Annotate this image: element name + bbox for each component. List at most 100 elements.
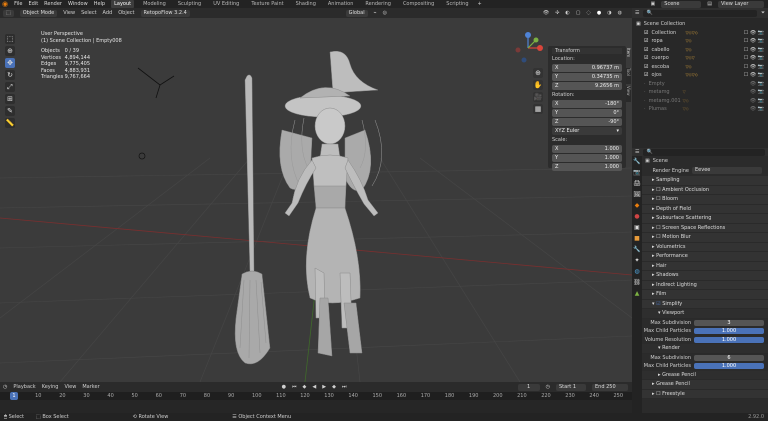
data-tab-icon[interactable]: ▲ <box>632 288 642 299</box>
panel-grease-pencil[interactable]: ▸ Grease Pencil <box>642 380 768 390</box>
visibility-icon[interactable]: 👁 <box>543 10 549 16</box>
outliner-item[interactable]: ☑ Collection ▽◇▽◇ ☐ 👁 📷 <box>636 29 764 38</box>
pan-hand-icon[interactable]: ✋ <box>533 80 543 90</box>
ortho-grid-icon[interactable]: ▦ <box>533 104 543 114</box>
panel-indirect-lighting[interactable]: ▸ Indirect Lighting <box>642 280 768 290</box>
rotate-tool-icon[interactable]: ↻ <box>5 70 15 80</box>
menu-keying[interactable]: Keying <box>42 384 59 390</box>
scale-z-field[interactable]: Z 1.000 <box>552 163 622 171</box>
scene-selector[interactable]: Scene <box>661 0 702 8</box>
preview-range-icon[interactable]: ◷ <box>546 384 550 390</box>
tab-uv-editing[interactable]: UV Editing <box>210 0 242 8</box>
menu-file[interactable]: File <box>14 1 22 7</box>
location-x-field[interactable]: X 0.96737 m <box>552 64 622 72</box>
outliner-scene-collection[interactable]: ▣ Scene Collection <box>636 20 764 29</box>
playhead[interactable]: 1 <box>10 392 18 400</box>
rotation-mode-dropdown[interactable]: XYZ Euler ▾ <box>552 127 622 135</box>
shading-material-icon[interactable]: ◑ <box>607 10 611 16</box>
panel-depth-of-field[interactable]: ▸ Depth of Field <box>642 204 768 214</box>
play-reverse-icon[interactable]: ◀ <box>312 384 316 390</box>
menu-playback[interactable]: Playback <box>13 384 35 390</box>
overlay-icon[interactable]: ◐ <box>565 10 569 16</box>
next-keyframe-icon[interactable]: ◆ <box>332 384 336 390</box>
constraints-tab-icon[interactable]: ⛓ <box>632 277 642 288</box>
properties-editor-icon[interactable]: ☰ <box>635 149 639 155</box>
view-layer-tab-icon[interactable]: 🖼 <box>632 189 642 200</box>
scale-x-field[interactable]: X 1.000 <box>552 145 622 153</box>
render-tab-icon[interactable]: 📷 <box>632 167 642 178</box>
scene-tab-icon[interactable]: ◆ <box>632 200 642 211</box>
jump-end-icon[interactable]: ⏭ <box>342 384 347 390</box>
r-max-child-particles-slider[interactable]: 1.000 <box>694 363 764 370</box>
object-tab-icon[interactable]: ■ <box>632 233 642 244</box>
gizmo-icon[interactable]: ✣ <box>555 10 559 16</box>
rotation-x-field[interactable]: X -180° <box>552 100 622 108</box>
modifier-tab-icon[interactable]: 🔧 <box>632 244 642 255</box>
collection-tab-icon[interactable]: ▣ <box>632 222 642 233</box>
outliner-editor-icon[interactable]: ☰ <box>635 10 639 16</box>
outliner-item[interactable]: ☑ ropa ▽◇ ☐ 👁 📷 <box>636 37 764 46</box>
outliner-item[interactable]: ☑ ojos ▽◇▽◇ ☐ 👁 📷 <box>636 71 764 80</box>
menu-add[interactable]: Add <box>103 10 113 16</box>
menu-view[interactable]: View <box>63 10 75 16</box>
panel-motion-blur[interactable]: ▸ ☐ Motion Blur <box>642 233 768 243</box>
zoom-icon[interactable]: ⊕ <box>533 68 543 78</box>
timeline-track-area[interactable] <box>0 400 632 413</box>
world-tab-icon[interactable]: ● <box>632 211 642 222</box>
tab-view[interactable]: View <box>626 86 631 102</box>
tab-scripting[interactable]: Scripting <box>443 0 471 8</box>
rotation-y-field[interactable]: Y 0° <box>552 109 622 117</box>
camera-view-icon[interactable]: 🎥 <box>533 92 543 102</box>
panel-volumetrics[interactable]: ▸ Volumetrics <box>642 242 768 252</box>
add-workspace-icon[interactable]: + <box>478 1 482 7</box>
vp-volume-resolution-slider[interactable]: 1.000 <box>694 336 764 343</box>
transform-orientation-dropdown[interactable]: Global <box>345 9 368 17</box>
retopoflow-button[interactable]: RetopoFlow 3.2.4 <box>140 9 190 17</box>
measure-tool-icon[interactable]: 📏 <box>5 118 15 128</box>
start-frame-field[interactable]: Start 1 <box>556 383 586 391</box>
location-z-field[interactable]: Z 9.2656 m <box>552 82 622 90</box>
transform-panel-title[interactable]: Transform <box>552 48 622 54</box>
r-max-subdivision-field[interactable]: 6 <box>694 354 764 361</box>
properties-search-input[interactable]: 🔍 <box>643 148 765 156</box>
tab-sculpting[interactable]: Sculpting <box>175 0 204 8</box>
panel-subsurface-scattering[interactable]: ▸ Subsurface Scattering <box>642 214 768 224</box>
panel-ambient-occlusion[interactable]: ▸ ☐ Ambient Occlusion <box>642 185 768 195</box>
outliner-item[interactable]: ☑ escoba ▽◇ ☐ 👁 📷 <box>636 63 764 72</box>
subpanel-render[interactable]: ▾ Render <box>642 344 768 354</box>
outliner-item[interactable]: · metamg.001 ▽◇ 👁 📷 <box>636 97 764 106</box>
tab-rendering[interactable]: Rendering <box>362 0 394 8</box>
outliner-item[interactable]: · Plumas ▽◇ 👁 📷 <box>636 105 764 114</box>
panel-freestyle[interactable]: ▸ ☐ Freestyle <box>642 389 768 399</box>
filter-icon[interactable]: ⏷ <box>761 10 765 16</box>
rotation-z-field[interactable]: Z -90° <box>552 118 622 126</box>
panel-hair[interactable]: ▸ Hair <box>642 261 768 271</box>
outliner-item[interactable]: · metamg ▽ 👁 📷 <box>636 88 764 97</box>
panel-performance[interactable]: ▸ Performance <box>642 252 768 262</box>
annotate-tool-icon[interactable]: ✎ <box>5 106 15 116</box>
render-engine-dropdown[interactable]: Eevee <box>692 167 762 174</box>
record-icon[interactable]: ● <box>282 384 286 390</box>
menu-render[interactable]: Render <box>44 1 62 7</box>
panel-bloom[interactable]: ▸ ☐ Bloom <box>642 195 768 205</box>
end-frame-field[interactable]: End 250 <box>592 383 628 391</box>
tool-tab-icon[interactable]: 🔧 <box>632 156 642 167</box>
tab-shading[interactable]: Shading <box>293 0 319 8</box>
cursor-tool-icon[interactable]: ⊕ <box>5 46 15 56</box>
xray-icon[interactable]: ▢ <box>576 10 581 16</box>
scale-tool-icon[interactable]: ⤢ <box>5 82 15 92</box>
vp-max-subdivision-field[interactable]: 3 <box>694 319 764 326</box>
menu-object[interactable]: Object <box>118 10 134 16</box>
shading-render-icon[interactable]: ◍ <box>618 10 622 16</box>
jump-start-icon[interactable]: ⏮ <box>292 384 297 390</box>
tab-compositing[interactable]: Compositing <box>400 0 437 8</box>
menu-edit[interactable]: Edit <box>28 1 38 7</box>
menu-help[interactable]: Help <box>94 1 105 7</box>
transform-tool-icon[interactable]: ⊞ <box>5 94 15 104</box>
outliner-search-input[interactable]: 🔍 <box>643 9 757 17</box>
blender-logo-icon[interactable]: ◉ <box>2 0 8 8</box>
location-y-field[interactable]: Y 0.34735 m <box>552 73 622 81</box>
editor-type-dropdown[interactable]: ⬚ <box>3 9 14 17</box>
timeline-ruler[interactable]: 0102030405060708090100110120130140150160… <box>0 392 632 400</box>
tab-texture-paint[interactable]: Texture Paint <box>248 0 286 8</box>
